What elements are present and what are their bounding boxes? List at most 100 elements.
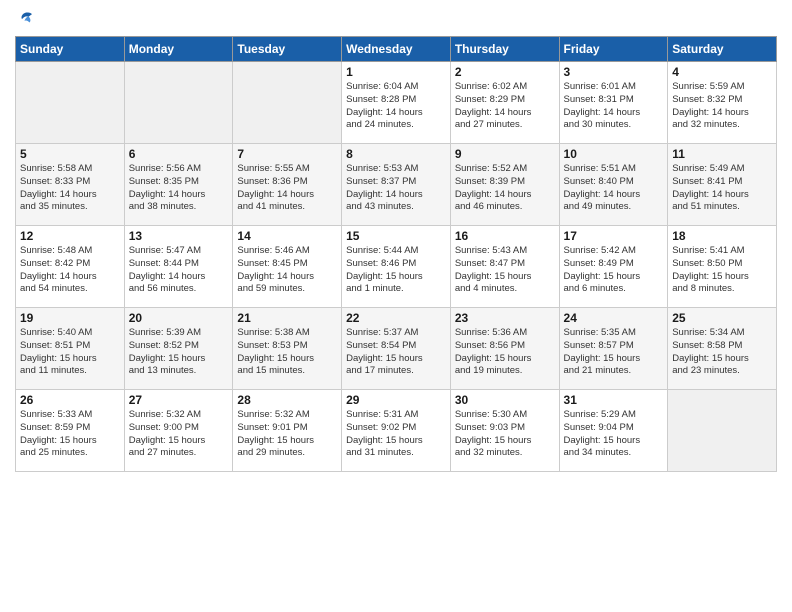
day-info: Sunrise: 5:37 AM Sunset: 8:54 PM Dayligh…	[346, 327, 446, 378]
day-number: 27	[129, 393, 229, 407]
calendar-cell: 17Sunrise: 5:42 AM Sunset: 8:49 PM Dayli…	[559, 226, 668, 308]
calendar-table: SundayMondayTuesdayWednesdayThursdayFrid…	[15, 36, 777, 472]
day-number: 22	[346, 311, 446, 325]
day-number: 26	[20, 393, 120, 407]
calendar-header-friday: Friday	[559, 37, 668, 62]
day-info: Sunrise: 5:31 AM Sunset: 9:02 PM Dayligh…	[346, 409, 446, 460]
day-info: Sunrise: 5:32 AM Sunset: 9:01 PM Dayligh…	[237, 409, 337, 460]
calendar-week-row: 26 Sunrise: 5:33 AM Sunset: 8:59 PM Dayli…	[16, 390, 777, 472]
day-info: Sunrise: 5:56 AM Sunset: 8:35 PM Dayligh…	[129, 163, 229, 214]
day-info: Sunrise: 6:01 AM Sunset: 8:31 PM Dayligh…	[564, 81, 664, 132]
day-info: Sunrise: 5:44 AM Sunset: 8:46 PM Dayligh…	[346, 245, 446, 296]
day-info: Sunrise: 5:46 AM Sunset: 8:45 PM Dayligh…	[237, 245, 337, 296]
day-number: 7	[237, 147, 337, 161]
calendar-cell: 21Sunrise: 5:38 AM Sunset: 8:53 PM Dayli…	[233, 308, 342, 390]
day-number: 4	[672, 65, 772, 79]
calendar-cell: 25 Sunrise: 5:34 AM Sunset: 8:58 PM Dayli…	[668, 308, 777, 390]
day-info: Sunrise: 5:59 AM Sunset: 8:32 PM Dayligh…	[672, 81, 772, 132]
calendar-cell: 10Sunrise: 5:51 AM Sunset: 8:40 PM Dayli…	[559, 144, 668, 226]
calendar-cell: 13 Sunrise: 5:47 AM Sunset: 8:44 PM Dayli…	[124, 226, 233, 308]
calendar-cell: 5 Sunrise: 5:58 AM Sunset: 8:33 PM Daylig…	[16, 144, 125, 226]
calendar-cell: 3Sunrise: 6:01 AM Sunset: 8:31 PM Daylig…	[559, 62, 668, 144]
calendar-cell: 31 Sunrise: 5:29 AM Sunset: 9:04 PM Dayli…	[559, 390, 668, 472]
calendar-cell: 24 Sunrise: 5:35 AM Sunset: 8:57 PM Dayli…	[559, 308, 668, 390]
calendar-cell	[233, 62, 342, 144]
day-number: 1	[346, 65, 446, 79]
day-number: 14	[237, 229, 337, 243]
day-info: Sunrise: 5:33 AM Sunset: 8:59 PM Dayligh…	[20, 409, 120, 460]
day-info: Sunrise: 5:42 AM Sunset: 8:49 PM Dayligh…	[564, 245, 664, 296]
day-number: 12	[20, 229, 120, 243]
day-number: 28	[237, 393, 337, 407]
day-number: 9	[455, 147, 555, 161]
day-info: Sunrise: 5:36 AM Sunset: 8:56 PM Dayligh…	[455, 327, 555, 378]
day-number: 29	[346, 393, 446, 407]
day-number: 24	[564, 311, 664, 325]
calendar-cell	[16, 62, 125, 144]
calendar-cell: 20 Sunrise: 5:39 AM Sunset: 8:52 PM Dayli…	[124, 308, 233, 390]
day-number: 13	[129, 229, 229, 243]
day-info: Sunrise: 5:55 AM Sunset: 8:36 PM Dayligh…	[237, 163, 337, 214]
calendar-cell: 30 Sunrise: 5:30 AM Sunset: 9:03 PM Dayli…	[450, 390, 559, 472]
page: SundayMondayTuesdayWednesdayThursdayFrid…	[0, 0, 792, 612]
day-info: Sunrise: 6:02 AM Sunset: 8:29 PM Dayligh…	[455, 81, 555, 132]
calendar-header-wednesday: Wednesday	[342, 37, 451, 62]
calendar-cell: 2 Sunrise: 6:02 AM Sunset: 8:29 PM Daylig…	[450, 62, 559, 144]
day-info: Sunrise: 5:29 AM Sunset: 9:04 PM Dayligh…	[564, 409, 664, 460]
calendar-cell	[668, 390, 777, 472]
calendar-cell: 27 Sunrise: 5:32 AM Sunset: 9:00 PM Dayli…	[124, 390, 233, 472]
day-info: Sunrise: 5:34 AM Sunset: 8:58 PM Dayligh…	[672, 327, 772, 378]
day-number: 23	[455, 311, 555, 325]
calendar-header-thursday: Thursday	[450, 37, 559, 62]
day-info: Sunrise: 5:53 AM Sunset: 8:37 PM Dayligh…	[346, 163, 446, 214]
calendar-cell: 19 Sunrise: 5:40 AM Sunset: 8:51 PM Dayli…	[16, 308, 125, 390]
day-number: 20	[129, 311, 229, 325]
calendar-week-row: 12 Sunrise: 5:48 AM Sunset: 8:42 PM Dayli…	[16, 226, 777, 308]
day-number: 25	[672, 311, 772, 325]
calendar-cell	[124, 62, 233, 144]
day-info: Sunrise: 5:32 AM Sunset: 9:00 PM Dayligh…	[129, 409, 229, 460]
day-info: Sunrise: 5:40 AM Sunset: 8:51 PM Dayligh…	[20, 327, 120, 378]
calendar-cell: 11Sunrise: 5:49 AM Sunset: 8:41 PM Dayli…	[668, 144, 777, 226]
calendar-cell: 22 Sunrise: 5:37 AM Sunset: 8:54 PM Dayli…	[342, 308, 451, 390]
day-info: Sunrise: 5:39 AM Sunset: 8:52 PM Dayligh…	[129, 327, 229, 378]
day-number: 18	[672, 229, 772, 243]
calendar-cell: 8Sunrise: 5:53 AM Sunset: 8:37 PM Daylig…	[342, 144, 451, 226]
calendar-cell: 6 Sunrise: 5:56 AM Sunset: 8:35 PM Daylig…	[124, 144, 233, 226]
calendar-week-row: 1 Sunrise: 6:04 AM Sunset: 8:28 PM Daylig…	[16, 62, 777, 144]
day-info: Sunrise: 5:30 AM Sunset: 9:03 PM Dayligh…	[455, 409, 555, 460]
calendar-cell: 18Sunrise: 5:41 AM Sunset: 8:50 PM Dayli…	[668, 226, 777, 308]
day-number: 15	[346, 229, 446, 243]
day-number: 16	[455, 229, 555, 243]
calendar-header-monday: Monday	[124, 37, 233, 62]
day-number: 5	[20, 147, 120, 161]
day-info: Sunrise: 5:47 AM Sunset: 8:44 PM Dayligh…	[129, 245, 229, 296]
day-number: 30	[455, 393, 555, 407]
day-info: Sunrise: 5:58 AM Sunset: 8:33 PM Dayligh…	[20, 163, 120, 214]
calendar-cell: 26 Sunrise: 5:33 AM Sunset: 8:59 PM Dayli…	[16, 390, 125, 472]
calendar-header-sunday: Sunday	[16, 37, 125, 62]
day-number: 21	[237, 311, 337, 325]
day-number: 6	[129, 147, 229, 161]
calendar-header-saturday: Saturday	[668, 37, 777, 62]
header	[15, 10, 777, 30]
calendar-cell: 15 Sunrise: 5:44 AM Sunset: 8:46 PM Dayli…	[342, 226, 451, 308]
day-info: Sunrise: 5:49 AM Sunset: 8:41 PM Dayligh…	[672, 163, 772, 214]
day-info: Sunrise: 5:51 AM Sunset: 8:40 PM Dayligh…	[564, 163, 664, 214]
calendar-header-tuesday: Tuesday	[233, 37, 342, 62]
day-info: Sunrise: 6:04 AM Sunset: 8:28 PM Dayligh…	[346, 81, 446, 132]
calendar-cell: 14 Sunrise: 5:46 AM Sunset: 8:45 PM Dayli…	[233, 226, 342, 308]
calendar-cell: 28 Sunrise: 5:32 AM Sunset: 9:01 PM Dayli…	[233, 390, 342, 472]
day-number: 2	[455, 65, 555, 79]
calendar-week-row: 19 Sunrise: 5:40 AM Sunset: 8:51 PM Dayli…	[16, 308, 777, 390]
calendar-cell: 16Sunrise: 5:43 AM Sunset: 8:47 PM Dayli…	[450, 226, 559, 308]
calendar-cell: 4 Sunrise: 5:59 AM Sunset: 8:32 PM Daylig…	[668, 62, 777, 144]
day-info: Sunrise: 5:48 AM Sunset: 8:42 PM Dayligh…	[20, 245, 120, 296]
calendar-week-row: 5 Sunrise: 5:58 AM Sunset: 8:33 PM Daylig…	[16, 144, 777, 226]
day-number: 19	[20, 311, 120, 325]
day-info: Sunrise: 5:35 AM Sunset: 8:57 PM Dayligh…	[564, 327, 664, 378]
day-number: 31	[564, 393, 664, 407]
calendar-cell: 23 Sunrise: 5:36 AM Sunset: 8:56 PM Dayli…	[450, 308, 559, 390]
calendar-header-row: SundayMondayTuesdayWednesdayThursdayFrid…	[16, 37, 777, 62]
logo-bird-icon	[17, 10, 37, 30]
